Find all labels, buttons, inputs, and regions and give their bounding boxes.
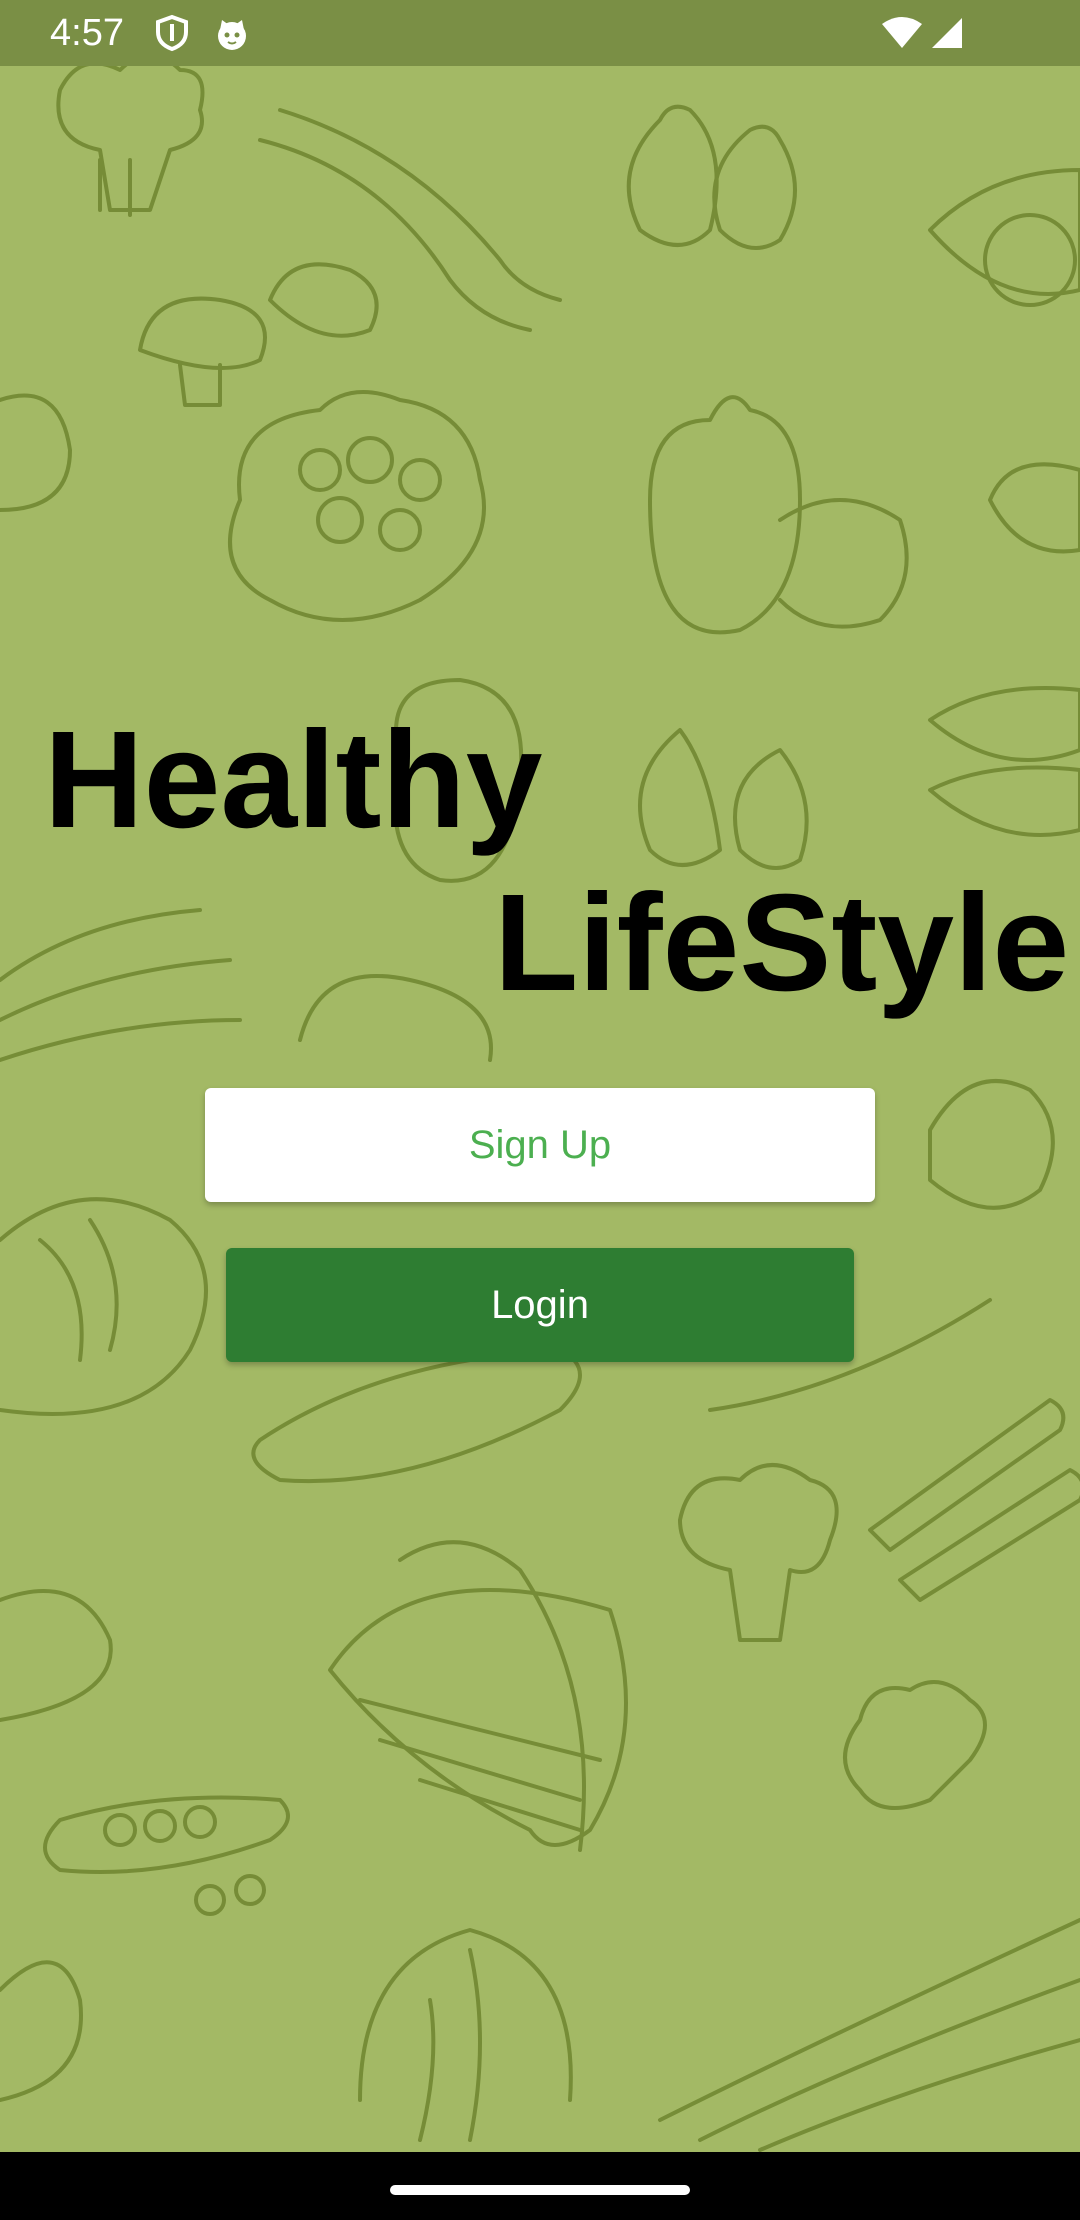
shield-icon (156, 14, 188, 52)
cat-face-icon (218, 20, 246, 50)
login-button-label: Login (491, 1282, 589, 1327)
home-gesture-handle[interactable] (390, 2185, 690, 2195)
status-bar: 4:57 (0, 0, 1080, 66)
vegetable-pattern-background (0, 53, 1080, 2152)
title-healthy: Healthy (44, 703, 543, 857)
wifi-icon (882, 17, 922, 48)
navigation-bar (0, 2152, 1080, 2220)
app-screen: 4:57 Healthy LifeStyle Sign Up Login (0, 0, 1080, 2220)
login-button[interactable]: Login (226, 1248, 854, 1362)
signup-button-label: Sign Up (468, 1122, 612, 1167)
status-time: 4:57 (50, 12, 124, 54)
title-lifestyle: LifeStyle (494, 866, 1070, 1020)
signup-button[interactable]: Sign Up (205, 1088, 875, 1202)
cell-signal-icon (932, 18, 962, 48)
